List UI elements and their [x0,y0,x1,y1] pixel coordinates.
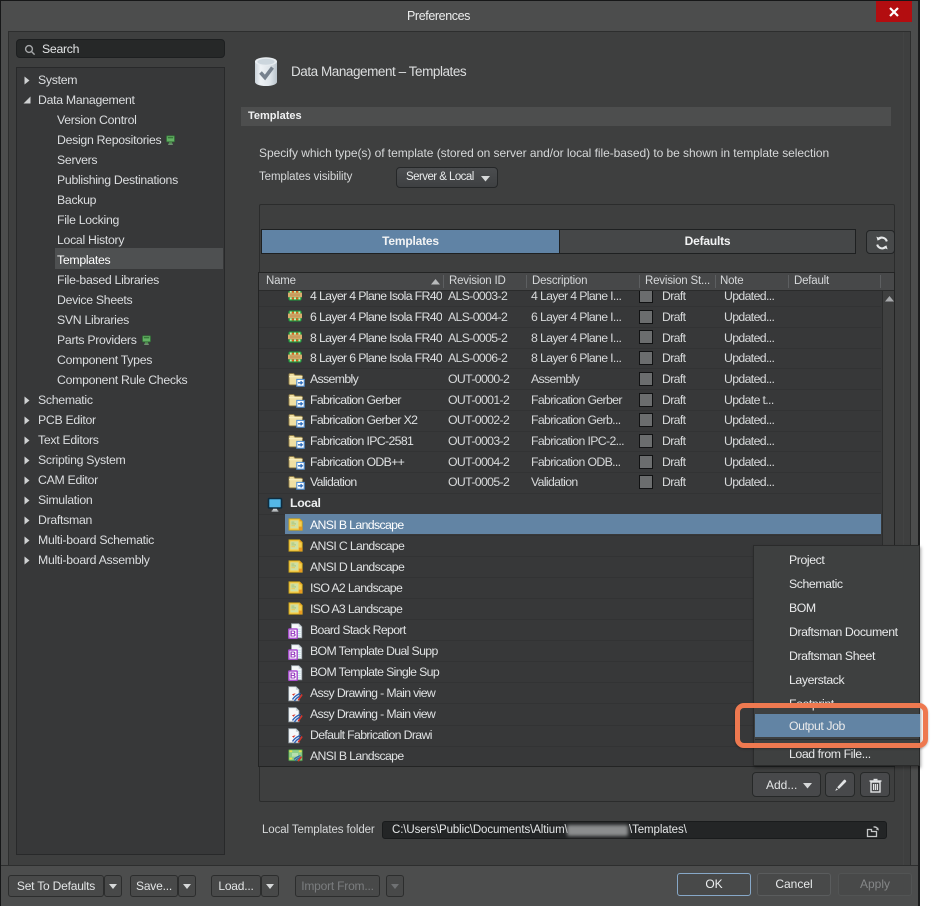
svg-text:B: B [290,628,296,638]
svg-text:B: B [290,649,296,659]
svg-text:B: B [290,670,296,680]
